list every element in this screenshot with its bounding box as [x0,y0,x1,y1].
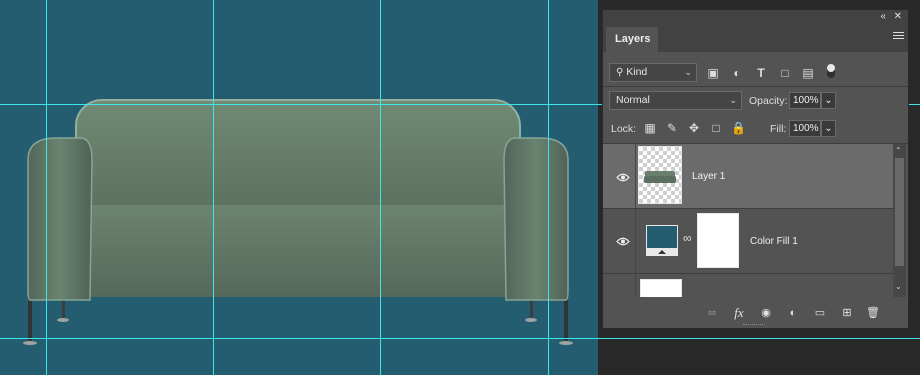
scroll-up-icon[interactable]: ⌃ [895,146,902,155]
layer-row-color-fill-1[interactable]: ∞ Color Fill 1 [603,209,893,273]
opacity-input[interactable]: 100% [789,92,821,109]
search-icon: ⚲ [616,67,624,78]
collapse-icon[interactable]: « [880,10,886,24]
sofa-image [23,99,573,345]
close-icon[interactable]: ✕ [894,10,902,24]
new-adjustment-icon[interactable]: ◐ [786,306,800,320]
chevron-down-icon: ⌄ [824,95,833,106]
layers-panel: « ✕ Layers ⚲ Kind ⌄ ▣ ◐ T □ ▤ Normal ⌄ O… [603,10,908,328]
panel-header: « ✕ [603,10,908,24]
guide-vertical[interactable] [46,0,47,375]
guide-vertical[interactable] [213,0,214,375]
filter-type-icon[interactable]: T [754,66,768,80]
opacity-dropdown[interactable]: ⌄ [821,92,836,109]
eye-icon[interactable] [616,173,630,182]
new-group-icon[interactable]: ▭ [813,306,827,320]
filter-pixel-icon[interactable]: ▣ [706,66,720,80]
fill-input[interactable]: 100% [789,120,821,137]
lock-artboard-icon[interactable]: □ [709,121,723,135]
scroll-down-icon[interactable]: ⌄ [895,282,902,291]
blend-mode-select[interactable]: Normal ⌄ [609,91,742,110]
trash-icon[interactable]: 🗑 [866,306,880,320]
lock-transparent-pixels-icon[interactable]: ▦ [643,121,657,135]
filter-toggle[interactable] [827,64,835,78]
link-layers-icon[interactable]: ∞ [705,306,719,320]
blend-mode-label: Normal [616,94,650,106]
filter-shape-icon[interactable]: □ [778,66,792,80]
opacity-label: Opacity: [749,95,788,107]
chevron-down-icon: ⌄ [729,95,737,105]
document-canvas[interactable] [0,0,598,375]
tab-layers[interactable]: Layers [606,27,658,52]
lock-all-icon[interactable]: 🔒 [731,121,746,135]
panel-menu-icon[interactable] [893,32,904,41]
chevron-down-icon: ⌄ [824,123,833,134]
link-icon[interactable]: ∞ [683,231,692,245]
lock-image-pixels-icon[interactable]: ✎ [665,121,679,135]
lock-label: Lock: [611,123,637,135]
tab-bar: Layers [603,24,908,52]
scrollbar-thumb[interactable] [895,158,904,266]
fill-dropdown[interactable]: ⌄ [821,120,836,137]
layer-name: Color Fill 1 [750,236,798,247]
layer-mask-thumbnail[interactable] [697,213,739,268]
panel-resize-grip[interactable] [743,324,765,327]
layer-thumbnail [638,146,682,204]
guide-vertical[interactable] [548,0,549,375]
filter-kind-label: Kind [626,66,648,78]
chevron-down-icon: ⌄ [684,67,692,77]
layer-name: Layer 1 [692,171,726,182]
layer-row-partial[interactable] [603,274,893,297]
color-fill-thumbnail[interactable] [646,225,678,256]
layers-scrollbar[interactable]: ⌃ ⌄ [893,144,906,297]
layers-bottom-toolbar: ∞ fx ◉ ◐ ▭ ⊞ 🗑 [603,297,908,328]
filter-kind-select[interactable]: ⚲ Kind ⌄ [609,63,697,82]
filter-smartobject-icon[interactable]: ▤ [801,66,815,80]
layer-thumbnail [640,279,682,297]
fx-icon[interactable]: fx [732,306,746,320]
new-layer-icon[interactable]: ⊞ [840,306,854,320]
lock-position-icon[interactable]: ✥ [687,121,701,135]
guide-horizontal[interactable] [0,338,920,339]
guide-vertical[interactable] [380,0,381,375]
fill-label: Fill: [770,123,787,135]
filter-adjustment-icon[interactable]: ◐ [730,66,744,80]
add-mask-icon[interactable]: ◉ [759,306,773,320]
eye-icon[interactable] [616,237,630,246]
layer-row-layer-1[interactable]: Layer 1 [603,144,893,208]
